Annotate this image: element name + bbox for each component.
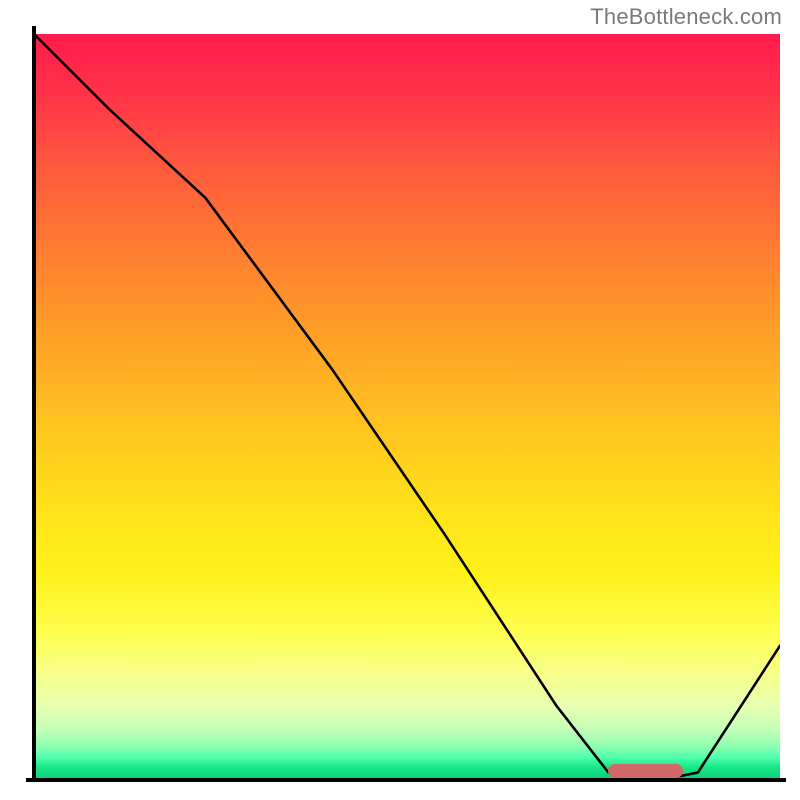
bottleneck-curve xyxy=(34,34,780,780)
plot-area xyxy=(34,34,780,780)
optimal-range-marker xyxy=(608,764,683,778)
attribution-text: TheBottleneck.com xyxy=(590,4,782,30)
